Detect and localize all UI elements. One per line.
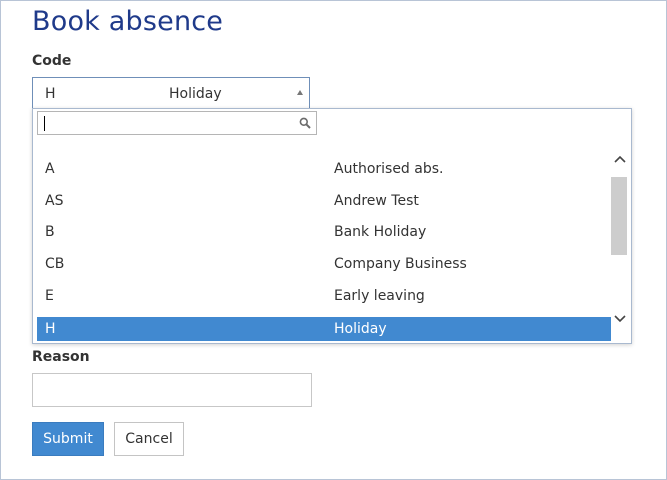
selected-code: H <box>45 86 56 102</box>
option-description: Company Business <box>334 256 467 272</box>
caret-up-icon <box>297 90 303 95</box>
option-code: CB <box>45 256 65 272</box>
option-row[interactable]: B Bank Holiday <box>37 220 611 244</box>
option-row[interactable]: AS Andrew Test <box>37 189 611 213</box>
option-description: Andrew Test <box>334 193 419 209</box>
option-code: A <box>45 161 55 177</box>
code-label: Code <box>32 53 72 69</box>
option-description: Bank Holiday <box>334 224 427 240</box>
reason-input[interactable] <box>32 373 312 407</box>
option-description: Holiday <box>334 321 387 337</box>
option-code: H <box>45 321 56 337</box>
reason-label: Reason <box>32 349 90 365</box>
text-cursor <box>44 116 45 131</box>
option-code: B <box>45 224 55 240</box>
code-dropdown-panel: A Authorised abs. AS Andrew Test B Bank … <box>32 108 632 344</box>
chevron-down-icon[interactable] <box>611 309 629 329</box>
option-description: Authorised abs. <box>334 161 444 177</box>
options-list: A Authorised abs. AS Andrew Test B Bank … <box>37 143 611 341</box>
search-icon <box>299 117 311 129</box>
option-description: Early leaving <box>334 288 425 304</box>
option-row[interactable]: A Authorised abs. <box>37 157 611 181</box>
scroll-thumb[interactable] <box>611 177 627 255</box>
chevron-up-icon[interactable] <box>611 149 629 169</box>
code-select[interactable]: H Holiday <box>32 77 310 109</box>
option-row[interactable]: CB Company Business <box>37 252 611 276</box>
page-title: Book absence <box>32 6 224 37</box>
submit-button[interactable]: Submit <box>32 422 104 456</box>
cancel-button[interactable]: Cancel <box>114 422 184 456</box>
option-row-selected[interactable]: H Holiday <box>37 317 611 341</box>
option-code: E <box>45 288 54 304</box>
code-search-input[interactable] <box>37 111 317 135</box>
option-row[interactable]: E Early leaving <box>37 284 611 308</box>
selected-description: Holiday <box>169 86 222 102</box>
option-code: AS <box>45 193 64 209</box>
options-scrollbar[interactable] <box>611 143 629 341</box>
